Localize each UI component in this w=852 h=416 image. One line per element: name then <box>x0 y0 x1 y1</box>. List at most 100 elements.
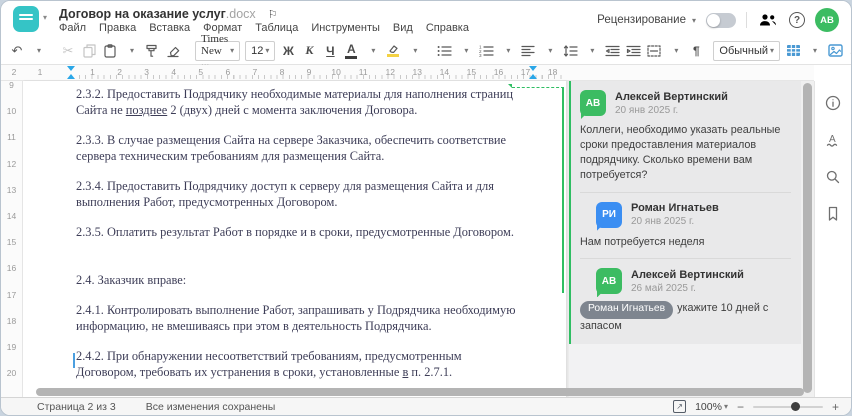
first-line-indent-marker[interactable] <box>67 66 75 71</box>
ruler-number: 14 <box>6 211 17 222</box>
paragraph-style-select[interactable]: Обычный <box>713 40 781 61</box>
numbered-list-dropdown[interactable] <box>497 40 517 62</box>
bullet-list-dropdown[interactable] <box>455 40 475 62</box>
document-page[interactable]: 2.3.2. Предоставить Подрядчику необходим… <box>23 81 566 397</box>
paste-dropdown[interactable] <box>121 40 141 62</box>
insert-link-icon[interactable] <box>846 40 851 62</box>
font-size-select[interactable]: 12 <box>245 40 276 61</box>
ruler-number: 10 <box>331 67 341 77</box>
toggle-knob <box>707 13 720 27</box>
insert-table-icon[interactable] <box>783 40 803 62</box>
nonprinting-chars-button[interactable]: ¶ <box>686 40 706 62</box>
format-painter-icon[interactable] <box>142 40 162 62</box>
clear-style-icon[interactable] <box>163 40 183 62</box>
menu-item[interactable]: Таблица <box>255 22 298 34</box>
vertical-ruler[interactable]: 9 10 11 12 13 14 15 16 17 18 19 20 <box>1 81 23 397</box>
undo-dropdown[interactable] <box>28 40 48 62</box>
review-mode-dropdown[interactable]: Рецензирование <box>597 14 696 26</box>
font-color-button[interactable]: А <box>341 40 361 62</box>
highlight-color-dropdown[interactable] <box>404 40 424 62</box>
menu-item[interactable]: Вид <box>393 22 413 34</box>
highlight-color-button[interactable] <box>383 40 403 62</box>
underline-button[interactable]: Ч <box>320 40 340 62</box>
decrease-indent-icon[interactable] <box>602 40 622 62</box>
menu-item[interactable]: Файл <box>59 22 86 34</box>
comment-range-line <box>562 87 564 293</box>
help-icon[interactable]: ? <box>789 12 805 28</box>
bookmark-icon[interactable] <box>821 202 845 226</box>
zoom-out-button[interactable]: − <box>737 400 744 414</box>
about-icon[interactable] <box>821 91 845 115</box>
font-name-select[interactable]: Times New ... <box>195 33 241 69</box>
menu-item[interactable]: Правка <box>99 22 136 34</box>
horizontal-ruler[interactable]: 21 1 2 3 4 5 6 7 8 9 10 11 12 13 14 15 16 17 18 <box>1 65 814 81</box>
inserted-text: позднее <box>125 103 168 117</box>
ruler-number: 14 <box>439 67 450 77</box>
paragraph[interactable]: 2.3.2. Предоставить Подрядчику необходим… <box>76 86 518 118</box>
comment[interactable]: РИ Роман Игнатьев 20 янв 2025 г. Нам пот… <box>580 191 791 250</box>
mention-chip[interactable]: Роман Игнатьев <box>580 301 674 319</box>
ruler-number: 13 <box>412 67 423 77</box>
zoom-slider[interactable] <box>752 401 823 411</box>
menu-item[interactable]: Инструменты <box>311 22 380 34</box>
paragraph[interactable]: 2.3.4. Предоставить Подрядчику доступ к … <box>76 178 518 210</box>
right-indent-marker[interactable] <box>529 66 537 71</box>
align-dropdown[interactable] <box>539 40 559 62</box>
zoom-in-button[interactable]: + <box>832 400 839 414</box>
app-logo-icon[interactable] <box>13 6 39 32</box>
cut-button[interactable]: ✂ <box>58 40 78 62</box>
comment-avatar: РИ <box>596 201 622 228</box>
comment-avatar: АВ <box>596 268 622 295</box>
increase-indent-icon[interactable] <box>623 40 643 62</box>
zoom-level-dropdown[interactable]: 100% <box>695 401 728 413</box>
page-indicator[interactable]: Страница 2 из 3 <box>37 401 116 413</box>
bullet-list-icon[interactable] <box>434 40 454 62</box>
horizontal-scrollbar-thumb[interactable] <box>36 388 804 396</box>
italic-button[interactable]: К <box>299 40 319 62</box>
paragraph-shading-dropdown[interactable] <box>665 40 685 62</box>
review-toggle[interactable] <box>706 12 736 28</box>
comment-thread[interactable]: АВ Алексей Вертинский 20 янв 2025 г. Кол… <box>569 81 801 344</box>
vertical-scrollbar[interactable] <box>801 81 814 397</box>
search-icon[interactable] <box>821 165 845 189</box>
comment[interactable]: АВ Алексей Вертинский 26 май 2025 г. Ром… <box>580 258 791 333</box>
paragraph-text: 2.3.4. Предоставить Подрядчику доступ к … <box>76 179 494 209</box>
status-bar: Страница 2 из 3 Все изменения сохранены … <box>1 397 851 415</box>
paragraph[interactable]: 2.3.5. Оплатить результат Работ в порядк… <box>76 224 518 240</box>
comment-meta: Алексей Вертинский 26 май 2025 г. <box>631 269 744 294</box>
paste-button[interactable] <box>100 40 120 62</box>
left-indent-marker[interactable] <box>67 74 75 79</box>
menu-item[interactable]: Справка <box>426 22 469 34</box>
paragraph[interactable]: 2.4.1. Контролировать выполнение Работ, … <box>76 302 518 334</box>
favorite-flag-icon[interactable]: ⚐ <box>268 9 278 21</box>
paragraph[interactable]: 2.3.3. В случае размещения Сайта на серв… <box>76 132 518 164</box>
comment-avatar: АВ <box>580 90 606 116</box>
ruler-number: 4 <box>171 67 177 77</box>
bold-button[interactable]: Ж <box>278 40 298 62</box>
collaborators-icon[interactable] <box>757 9 779 31</box>
insert-image-icon[interactable] <box>825 40 845 62</box>
font-color-dropdown[interactable] <box>362 40 382 62</box>
copy-button[interactable] <box>79 40 99 62</box>
line-spacing-icon[interactable] <box>560 40 580 62</box>
vertical-scrollbar-thumb[interactable] <box>803 83 812 393</box>
paragraph[interactable]: 2.4. Заказчик вправе: <box>76 272 518 288</box>
comment[interactable]: АВ Алексей Вертинский 20 янв 2025 г. Кол… <box>580 90 791 183</box>
spellcheck-icon[interactable]: А <box>821 128 845 152</box>
paragraph[interactable]: 2.4.2. При обнаружении несоответствий тр… <box>76 348 518 380</box>
undo-button[interactable]: ↶ <box>7 40 27 62</box>
insert-table-dropdown[interactable] <box>804 40 824 62</box>
numbered-list-icon[interactable]: 123 <box>476 40 496 62</box>
user-avatar[interactable]: АВ <box>815 8 839 32</box>
right-margin-marker[interactable] <box>529 74 537 79</box>
logo-caret-icon[interactable]: ▾ <box>43 13 47 22</box>
comment-text: Коллеги, необходимо указать реальные сро… <box>580 123 791 183</box>
line-spacing-dropdown[interactable] <box>581 40 601 62</box>
zoom-slider-knob[interactable] <box>791 401 801 411</box>
menu-item[interactable]: Вставка <box>149 22 190 34</box>
paragraph-shading-icon[interactable] <box>644 40 664 62</box>
paragraph-text: 2.4. Заказчик вправе: <box>76 273 187 287</box>
align-left-icon[interactable] <box>518 40 538 62</box>
horizontal-scrollbar[interactable] <box>36 388 804 396</box>
fit-page-icon[interactable]: ↗ <box>673 400 687 413</box>
